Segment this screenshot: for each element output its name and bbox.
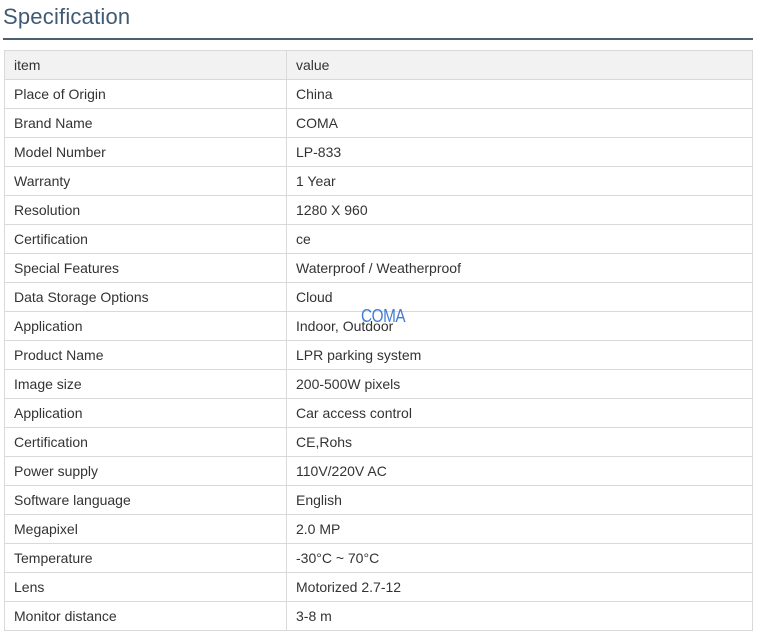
row-item-cell: Monitor distance xyxy=(4,601,287,631)
row-value-cell: Indoor, Outdoor xyxy=(286,311,753,341)
specification-table: item value Place of Origin China Brand Nam… xyxy=(4,50,753,631)
row-value-cell: CE,Rohs xyxy=(286,427,753,457)
row-value-cell: 110V/220V AC xyxy=(286,456,753,486)
row-value-cell: 1 Year xyxy=(286,166,753,196)
header-cell-value: value xyxy=(286,50,753,80)
table-row: Monitor distance 3-8 m xyxy=(4,601,753,631)
table-row: Data Storage Options Cloud xyxy=(4,282,753,312)
row-value-cell: LPR parking system xyxy=(286,340,753,370)
header-cell-item: item xyxy=(4,50,287,80)
specification-table-body: item value Place of Origin China Brand Nam… xyxy=(4,50,753,631)
table-row: Certification ce xyxy=(4,224,753,254)
row-value-cell: Car access control xyxy=(286,398,753,428)
table-row: Image size 200-500W pixels xyxy=(4,369,753,399)
table-row: Resolution 1280 X 960 xyxy=(4,195,753,225)
table-row: Model Number LP-833 xyxy=(4,137,753,167)
table-row: Application Indoor, Outdoor xyxy=(4,311,753,341)
table-row: Warranty 1 Year xyxy=(4,166,753,196)
row-item-cell: Certification xyxy=(4,427,287,457)
row-item-cell: Power supply xyxy=(4,456,287,486)
row-item-cell: Resolution xyxy=(4,195,287,225)
row-item-cell: Megapixel xyxy=(4,514,287,544)
row-item-cell: Application xyxy=(4,398,287,428)
row-value-cell: Motorized 2.7-12 xyxy=(286,572,753,602)
table-row: Place of Origin China xyxy=(4,79,753,109)
row-value-cell: 3-8 m xyxy=(286,601,753,631)
row-item-cell: Model Number xyxy=(4,137,287,167)
row-value-cell: -30°C ~ 70°C xyxy=(286,543,753,573)
row-item-cell: Software language xyxy=(4,485,287,515)
row-item-cell: Product Name xyxy=(4,340,287,370)
table-row: Power supply 110V/220V AC xyxy=(4,456,753,486)
table-row: Temperature -30°C ~ 70°C xyxy=(4,543,753,573)
row-value-cell: 2.0 MP xyxy=(286,514,753,544)
row-value-cell: Cloud xyxy=(286,282,753,312)
row-item-cell: Special Features xyxy=(4,253,287,283)
table-row: Megapixel 2.0 MP xyxy=(4,514,753,544)
table-row: Product Name LPR parking system xyxy=(4,340,753,370)
row-value-cell: COMA xyxy=(286,108,753,138)
row-value-cell: 1280 X 960 xyxy=(286,195,753,225)
row-item-cell: Data Storage Options xyxy=(4,282,287,312)
row-value-cell: 200-500W pixels xyxy=(286,369,753,399)
table-row: Lens Motorized 2.7-12 xyxy=(4,572,753,602)
row-value-cell: English xyxy=(286,485,753,515)
table-row: Software language English xyxy=(4,485,753,515)
row-item-cell: Application xyxy=(4,311,287,341)
page-title: Specification xyxy=(3,4,131,29)
row-item-cell: Place of Origin xyxy=(4,79,287,109)
row-value-cell: ce xyxy=(286,224,753,254)
table-row: Brand Name COMA xyxy=(4,108,753,138)
table-row: Application Car access control xyxy=(4,398,753,428)
row-value-cell: LP-833 xyxy=(286,137,753,167)
row-item-cell: Brand Name xyxy=(4,108,287,138)
table-header-row: item value xyxy=(4,50,753,80)
row-value-cell: Waterproof / Weatherproof xyxy=(286,253,753,283)
row-item-cell: Lens xyxy=(4,572,287,602)
title-divider xyxy=(3,38,753,40)
row-value-cell: China xyxy=(286,79,753,109)
row-item-cell: Certification xyxy=(4,224,287,254)
row-item-cell: Warranty xyxy=(4,166,287,196)
table-row: Special Features Waterproof / Weatherproo… xyxy=(4,253,753,283)
table-row: Certification CE,Rohs xyxy=(4,427,753,457)
row-item-cell: Temperature xyxy=(4,543,287,573)
row-item-cell: Image size xyxy=(4,369,287,399)
